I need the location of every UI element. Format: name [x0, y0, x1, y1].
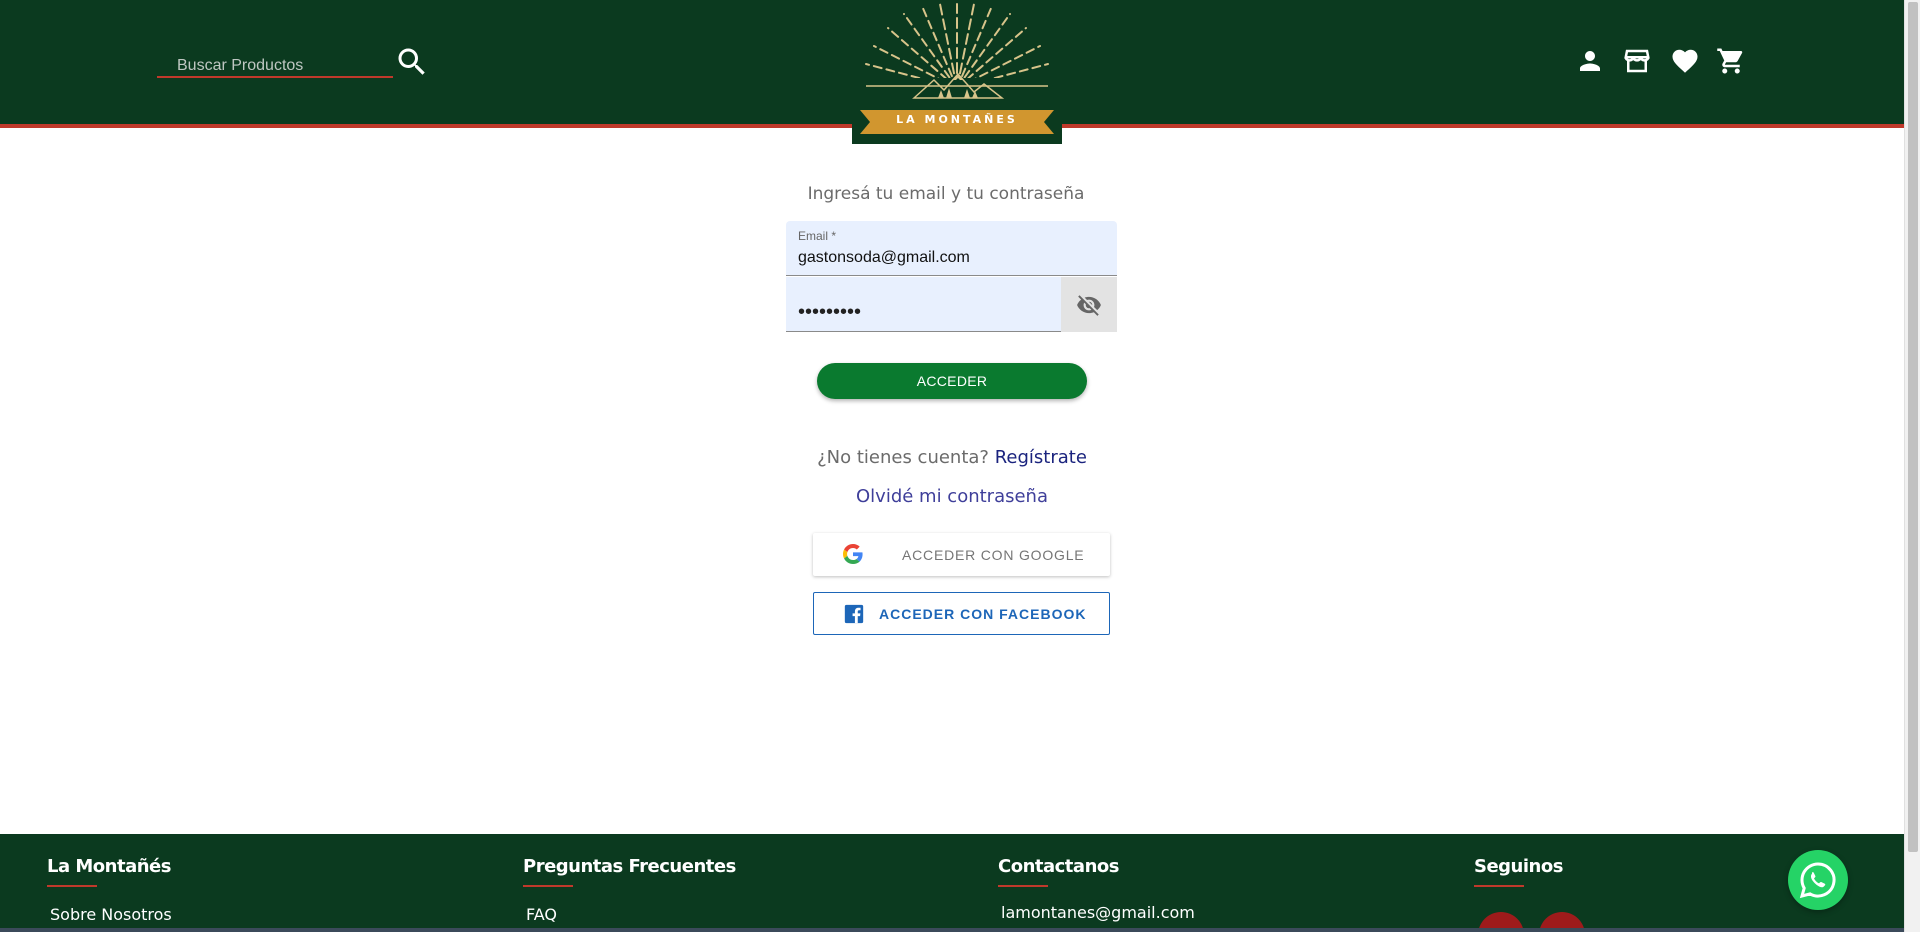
password-input[interactable]: ••••••••• [798, 301, 861, 324]
email-field[interactable]: Email * gastonsoda@gmail.com [786, 221, 1117, 276]
bottom-edge [0, 928, 1904, 932]
footer-about-title: La Montañés [47, 856, 171, 877]
footer-social-title: Seguinos [1474, 856, 1563, 877]
footer-divider [1474, 885, 1524, 887]
account-icon[interactable] [1575, 46, 1605, 76]
footer-faq-link[interactable]: FAQ [526, 905, 736, 924]
register-link[interactable]: Regístrate [995, 447, 1087, 468]
footer-col-contact: Contactanos lamontanes@gmail.com [998, 856, 1195, 922]
search-icon[interactable] [394, 44, 430, 80]
footer-contact-title: Contactanos [998, 856, 1119, 877]
register-prompt: ¿No tienes cuenta? Regístrate [0, 447, 1904, 468]
footer-faq-title: Preguntas Frecuentes [523, 856, 736, 877]
email-label: Email * [798, 229, 837, 243]
footer-divider [523, 885, 573, 887]
email-input[interactable]: gastonsoda@gmail.com [798, 249, 970, 267]
visibility-off-icon [1077, 294, 1101, 316]
store-icon[interactable] [1622, 46, 1652, 76]
login-heading-text: Ingresá tu email y tu contraseña [807, 184, 1085, 204]
password-field[interactable]: ••••••••• [786, 277, 1117, 332]
cart-icon[interactable] [1716, 46, 1746, 76]
footer-col-faq: Preguntas Frecuentes FAQ [523, 856, 736, 924]
footer-about-link[interactable]: Sobre Nosotros [50, 905, 172, 924]
login-submit-button[interactable]: ACCEDER [817, 363, 1087, 399]
whatsapp-chat-button[interactable] [1788, 850, 1848, 910]
footer-divider [47, 885, 97, 887]
site-footer: La Montañés Sobre Nosotros Preguntas Fre… [0, 834, 1904, 932]
forgot-password-link[interactable]: Olvidé mi contraseña [0, 486, 1904, 507]
site-header: LA MONTAÑES [0, 0, 1904, 144]
footer-divider [998, 885, 1048, 887]
facebook-login-button[interactable]: ACCEDER CON FACEBOOK [813, 592, 1110, 635]
search-input[interactable] [157, 50, 393, 76]
google-login-button[interactable]: ACCEDER CON GOOGLE [813, 533, 1110, 576]
scrollbar-thumb[interactable] [1908, 2, 1918, 852]
footer-col-about: La Montañés Sobre Nosotros [47, 856, 172, 924]
facebook-icon [844, 604, 864, 624]
login-heading: Ingresá tu email y tu contraseña [0, 184, 1904, 204]
search-field[interactable] [157, 50, 393, 78]
google-icon [843, 544, 863, 564]
no-account-text: ¿No tienes cuenta? [817, 447, 989, 468]
toggle-password-visibility-button[interactable] [1061, 277, 1117, 332]
google-login-label: ACCEDER CON GOOGLE [902, 547, 1085, 563]
page-scrollbar[interactable] [1904, 0, 1920, 932]
facebook-login-label: ACCEDER CON FACEBOOK [879, 606, 1087, 622]
footer-contact-email[interactable]: lamontanes@gmail.com [1001, 903, 1195, 922]
footer-col-social: Seguinos [1474, 856, 1563, 887]
heart-icon[interactable] [1670, 46, 1700, 76]
logo-text: LA MONTAÑES [896, 113, 1018, 126]
whatsapp-icon [1799, 862, 1836, 899]
site-logo[interactable]: LA MONTAÑES [852, 0, 1062, 144]
